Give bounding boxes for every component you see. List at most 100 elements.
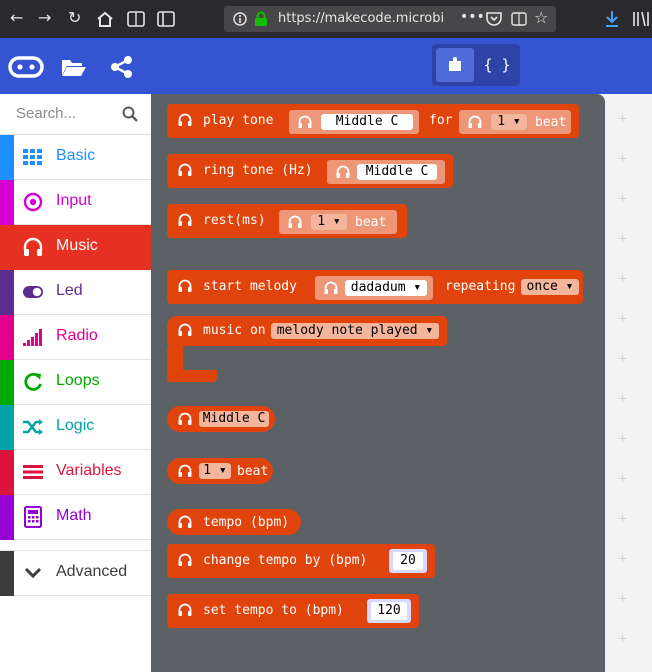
javascript-mode-button[interactable]: { }	[478, 48, 516, 82]
number-field[interactable]: 120	[371, 602, 407, 620]
category-label: Math	[56, 507, 92, 524]
event-dropdown[interactable]: melody note played ▾	[271, 323, 439, 339]
forward-icon[interactable]: →	[38, 8, 51, 28]
note-reporter-block[interactable]: Middle C	[167, 406, 275, 432]
lock-icon	[255, 11, 267, 26]
category-logic[interactable]: Logic	[0, 405, 151, 450]
microbit-icon[interactable]	[8, 56, 44, 78]
pocket-icon[interactable]	[486, 12, 502, 26]
bookmark-star-icon[interactable]: ☆	[534, 8, 548, 27]
repeat-value: once	[526, 279, 558, 294]
change-tempo-block[interactable]: change tempo by (bpm) 20	[167, 544, 435, 578]
play-tone-block[interactable]: play tone Middle C for 1 ▾ beat	[167, 104, 579, 138]
category-radio[interactable]: Radio	[0, 315, 151, 360]
home-icon[interactable]	[96, 11, 114, 27]
note-field[interactable]: Middle C	[199, 411, 269, 427]
headphones-icon	[178, 279, 192, 292]
category-label: Logic	[56, 417, 95, 434]
headphones-icon	[288, 215, 302, 228]
note-slot[interactable]: Middle C	[289, 110, 419, 134]
headphones-icon	[324, 281, 338, 294]
back-icon[interactable]: ←	[10, 8, 23, 28]
category-color-bar	[0, 135, 14, 180]
headphones-icon	[23, 237, 43, 256]
music-on-block[interactable]: music on melody note played ▾	[167, 316, 447, 346]
start-melody-block[interactable]: start melody dadadum ▾ repeating once ▾	[167, 270, 583, 304]
signal-bars-icon	[23, 329, 42, 346]
grid-dot: +	[618, 472, 628, 485]
category-variables[interactable]: Variables	[0, 450, 151, 495]
category-math[interactable]: Math	[0, 495, 151, 540]
headphones-icon	[178, 603, 192, 616]
info-icon[interactable]	[233, 12, 247, 26]
headphones-icon	[178, 163, 192, 176]
number-slot[interactable]: 20	[389, 549, 427, 573]
grid-dot: +	[618, 352, 628, 365]
block-flyout: play tone Middle C for 1 ▾ beat ring ton…	[151, 94, 605, 672]
rest-block[interactable]: rest(ms) 1 ▾ beat	[167, 204, 407, 238]
grid-dot: +	[618, 112, 628, 125]
search-icon[interactable]	[122, 106, 138, 122]
category-advanced[interactable]: Advanced	[0, 550, 151, 596]
url-bar[interactable]: https://makecode.microbi ••• ☆	[224, 6, 556, 32]
beat-dropdown[interactable]: 1 ▾	[491, 114, 527, 130]
category-label: Led	[56, 282, 83, 299]
grid-dot: +	[618, 512, 628, 525]
melody-slot[interactable]: dadadum ▾	[315, 276, 433, 300]
beat-dropdown[interactable]: 1 ▾	[199, 463, 231, 479]
block-label: tempo (bpm)	[203, 515, 290, 530]
grid-dot: +	[618, 632, 628, 645]
block-label: ring tone (Hz)	[203, 163, 313, 178]
beat-value: 1	[497, 114, 506, 129]
editor-toggle: { }	[432, 44, 520, 86]
event-value: melody note played	[276, 323, 418, 338]
block-label: rest(ms)	[203, 213, 266, 228]
category-led[interactable]: Led	[0, 270, 151, 315]
category-loops[interactable]: Loops	[0, 360, 151, 405]
sidebar-icon[interactable]	[157, 11, 175, 27]
grid-dot: +	[618, 552, 628, 565]
beat-value: 1	[317, 214, 326, 229]
grid-icon	[23, 149, 42, 165]
melody-dropdown[interactable]: dadadum ▾	[345, 280, 427, 296]
blocks-mode-button[interactable]	[436, 48, 474, 82]
note-slot[interactable]: Middle C	[327, 160, 445, 184]
category-color-bar	[0, 360, 14, 405]
beat-dropdown[interactable]: 1 ▾	[311, 214, 347, 230]
set-tempo-block[interactable]: set tempo to (bpm) 120	[167, 594, 419, 628]
headphones-icon	[178, 113, 192, 126]
beat-slot[interactable]: 1 ▾ beat	[459, 110, 571, 134]
headphones-icon	[178, 213, 192, 226]
category-basic[interactable]: Basic	[0, 135, 151, 180]
category-color-bar	[0, 270, 14, 315]
category-input[interactable]: Input	[0, 180, 151, 225]
note-field[interactable]: Middle C	[321, 114, 413, 130]
category-label: Variables	[56, 462, 122, 479]
reader-icon[interactable]	[127, 11, 145, 27]
folder-open-icon[interactable]	[60, 56, 88, 78]
page-actions-icon[interactable]: •••	[460, 9, 485, 25]
share-icon[interactable]	[110, 55, 134, 79]
note-field[interactable]: Middle C	[357, 164, 437, 180]
repeat-dropdown[interactable]: once ▾	[521, 279, 579, 295]
search-input[interactable]: Search...	[16, 105, 76, 122]
download-icon[interactable]	[604, 10, 620, 28]
chevron-down-icon	[24, 567, 42, 579]
grid-dot: +	[618, 192, 628, 205]
number-field[interactable]: 20	[393, 552, 423, 570]
ring-tone-block[interactable]: ring tone (Hz) Middle C	[167, 154, 453, 188]
beat-reporter-block[interactable]: 1 ▾ beat	[167, 458, 273, 484]
category-color-bar	[0, 315, 14, 360]
reader-view-icon[interactable]	[511, 12, 527, 26]
beat-slot[interactable]: 1 ▾ beat	[279, 210, 397, 234]
tempo-reporter-block[interactable]: tempo (bpm)	[167, 509, 301, 535]
number-slot[interactable]: 120	[367, 599, 411, 623]
category-music[interactable]: Music	[0, 225, 151, 270]
grid-dot: +	[618, 592, 628, 605]
toolbox-search[interactable]: Search...	[0, 94, 151, 135]
category-color-bar	[0, 450, 14, 495]
reload-icon[interactable]: ↻	[68, 8, 81, 28]
url-text[interactable]: https://makecode.microbi	[278, 11, 458, 26]
library-icon[interactable]	[632, 11, 652, 27]
block-label: change tempo by (bpm)	[203, 553, 368, 568]
